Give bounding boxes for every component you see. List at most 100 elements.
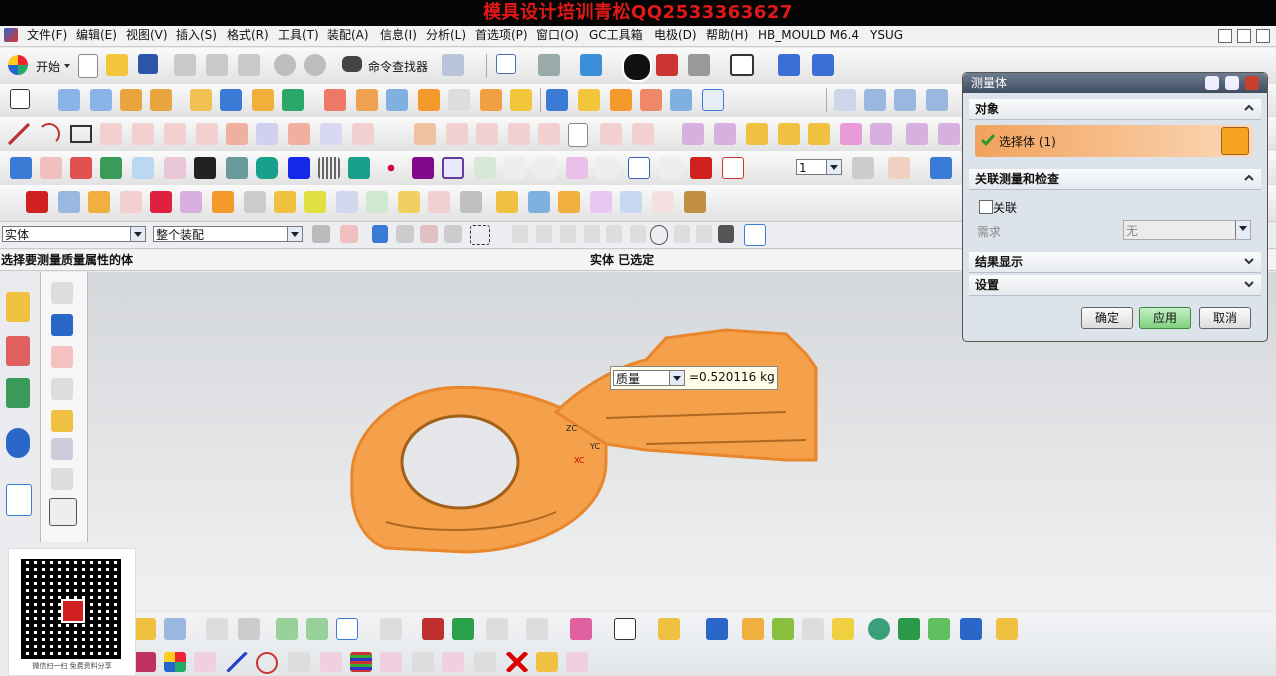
side-tool-icon-1[interactable] — [51, 282, 73, 304]
mould-icon-22[interactable] — [660, 157, 682, 179]
bottom-row2-icon-7[interactable] — [320, 652, 342, 672]
bottom-tool-icon-3[interactable] — [206, 618, 228, 640]
new-file-icon[interactable] — [78, 54, 98, 78]
snap-cube-icon[interactable] — [744, 224, 766, 246]
orient-icon[interactable] — [930, 157, 952, 179]
tool-icon-15[interactable] — [460, 191, 482, 213]
general-selection-icon[interactable] — [340, 225, 358, 243]
command-finder-button[interactable]: 命令查找器 — [368, 58, 428, 75]
requirement-combo[interactable]: 无 — [1123, 220, 1251, 240]
snap-point-icon-9[interactable] — [696, 225, 712, 243]
bottom-row2-icon-2[interactable] — [164, 652, 186, 672]
tool-icon-3[interactable] — [88, 191, 110, 213]
snap-point-icon-8[interactable] — [674, 225, 690, 243]
layer-settings-icon[interactable] — [852, 157, 874, 179]
bottom-tool-icon-9[interactable] — [422, 618, 444, 640]
pattern-icon[interactable] — [640, 89, 662, 111]
select-body-cube-icon[interactable] — [1221, 127, 1249, 155]
ok-button[interactable]: 确定 — [1081, 307, 1133, 329]
project-curve-icon[interactable] — [196, 123, 218, 145]
bottom-tool-icon-14[interactable] — [614, 618, 636, 640]
tool-icon-17[interactable] — [528, 191, 550, 213]
surface-icon-1[interactable] — [834, 89, 856, 111]
paste-icon[interactable] — [238, 54, 260, 76]
surface-icon-3[interactable] — [894, 89, 916, 111]
bottom-row2-icon-9[interactable] — [380, 652, 402, 672]
spline-icon[interactable] — [100, 123, 122, 145]
mould-icon-9[interactable] — [256, 157, 278, 179]
mould-icon-16[interactable] — [474, 157, 496, 179]
surface-edit-icon-7[interactable] — [870, 123, 892, 145]
trim-body-icon[interactable] — [386, 89, 408, 111]
side-tool-icon-7[interactable] — [51, 468, 73, 490]
menu-insert[interactable]: 插入(S) — [176, 27, 217, 44]
arrow-right-icon[interactable] — [306, 618, 328, 640]
side-tool-icon-8[interactable] — [49, 498, 77, 526]
minimize-dialog-icon[interactable] — [1225, 76, 1239, 90]
move-component-icon[interactable] — [778, 54, 800, 76]
bottom-row2-icon-10[interactable] — [412, 652, 434, 672]
cut-icon[interactable] — [174, 54, 196, 76]
tool-icon-11[interactable] — [336, 191, 358, 213]
snap-point-icon-6[interactable] — [630, 225, 646, 243]
tool-icon-18[interactable] — [558, 191, 580, 213]
select-body-row[interactable]: 选择体 (1) — [975, 125, 1253, 157]
datum-plane-icon[interactable] — [190, 89, 212, 111]
bottom-row2-icon-12[interactable] — [474, 652, 496, 672]
section-curve-icon[interactable] — [256, 123, 278, 145]
edit-curve-icon[interactable] — [632, 123, 654, 145]
snap-point-icon-4[interactable] — [584, 225, 600, 243]
box-icon[interactable] — [220, 89, 242, 111]
object-section-header[interactable]: 对象 — [969, 99, 1261, 120]
settings-section-header[interactable]: 设置 — [969, 275, 1261, 296]
restore-window-icon[interactable] — [1237, 29, 1251, 43]
background-icon[interactable] — [730, 54, 754, 76]
sketch-icon[interactable] — [10, 89, 30, 109]
open-folder-icon[interactable] — [106, 54, 128, 76]
tool-icon-7[interactable] — [212, 191, 234, 213]
mould-icon-19[interactable] — [566, 157, 588, 179]
tool-icon-12[interactable] — [366, 191, 388, 213]
arrow-left-icon[interactable] — [276, 618, 298, 640]
point-icon[interactable] — [252, 89, 274, 111]
mould-icon-12[interactable] — [348, 157, 370, 179]
intersect-icon[interactable] — [356, 89, 378, 111]
unite-icon[interactable] — [282, 89, 304, 111]
mould-icon-11[interactable] — [318, 157, 340, 179]
snap-point-icon-2[interactable] — [536, 225, 552, 243]
surface-edit-icon-1[interactable] — [682, 123, 704, 145]
tool-icon-8[interactable] — [244, 191, 266, 213]
snap-point-icon-7[interactable] — [650, 225, 668, 245]
tool-icon-6[interactable] — [180, 191, 202, 213]
bottom-row2-icon-6[interactable] — [288, 652, 310, 672]
copy-icon[interactable] — [206, 54, 228, 76]
bottom-row2-icon-5[interactable] — [256, 652, 278, 674]
tool-icon-9[interactable] — [274, 191, 296, 213]
bottom-tool-icon-19[interactable] — [802, 618, 824, 640]
menu-gc-toolbox[interactable]: GC工具箱 — [589, 27, 643, 44]
bottom-tool-icon-2[interactable] — [164, 618, 186, 640]
surface-edit-icon-8[interactable] — [906, 123, 928, 145]
save-icon[interactable] — [138, 54, 158, 74]
menu-edit[interactable]: 编辑(E) — [76, 27, 117, 44]
mould-icon-10[interactable] — [288, 157, 310, 179]
results-section-header[interactable]: 结果显示 — [969, 252, 1261, 273]
extrude-icon[interactable] — [58, 89, 80, 111]
bottom-tool-icon-15[interactable] — [658, 618, 680, 640]
apply-button[interactable]: 应用 — [1139, 307, 1191, 329]
close-window-icon[interactable] — [1256, 29, 1270, 43]
chamfer-icon[interactable] — [546, 89, 568, 111]
bottom-tool-icon-18[interactable] — [772, 618, 794, 640]
assembly-tool-icon[interactable] — [812, 54, 834, 76]
snap-point-icon-1[interactable] — [512, 225, 528, 243]
arc-icon[interactable] — [38, 123, 60, 145]
start-button[interactable]: 开始 — [36, 58, 60, 75]
menu-file[interactable]: 文件(F) — [27, 27, 67, 44]
side-tool-icon-5[interactable] — [51, 410, 73, 432]
mould-icon-24[interactable] — [722, 157, 744, 179]
document-curve-icon[interactable] — [568, 123, 588, 147]
mould-icon-21[interactable] — [628, 157, 650, 179]
menu-info[interactable]: 信息(I) — [380, 27, 417, 44]
draft-icon[interactable] — [578, 89, 600, 111]
view-number-combo[interactable]: 1 — [796, 159, 842, 175]
